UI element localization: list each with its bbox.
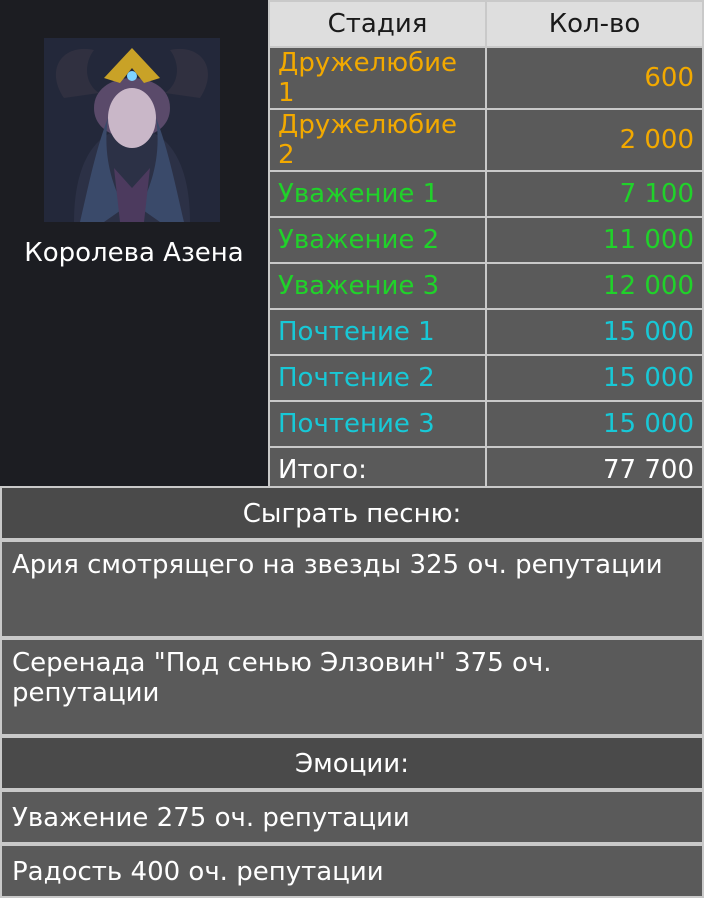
- table-row: Почтение 1 15 000: [268, 308, 704, 356]
- stage-amount: 12 000: [485, 262, 704, 310]
- emotions-title: Эмоции:: [0, 736, 704, 790]
- song-item: Ария смотрящего на звезды 325 оч. репута…: [0, 540, 704, 638]
- emotion-item: Радость 400 оч. репутации: [0, 844, 704, 898]
- table-row: Уважение 2 11 000: [268, 216, 704, 264]
- stage-name: Почтение 3: [268, 400, 487, 448]
- stage-name: Уважение 3: [268, 262, 487, 310]
- hero-portrait: [44, 38, 220, 222]
- emotion-item: Уважение 275 оч. репутации: [0, 790, 704, 844]
- table-row: Дружелюбие 22 000: [268, 108, 704, 172]
- table-row: Почтение 3 15 000: [268, 400, 704, 448]
- stage-name: Почтение 2: [268, 354, 487, 402]
- stage-name: Почтение 1: [268, 308, 487, 356]
- songs-title: Сыграть песню:: [0, 486, 704, 540]
- table-header-row: Стадия Кол-во: [268, 0, 704, 48]
- column-header: Кол-во: [485, 0, 704, 48]
- stage-amount: 11 000: [485, 216, 704, 264]
- stage-amount: 7 100: [485, 170, 704, 218]
- stage-name: Уважение 2: [268, 216, 487, 264]
- table-row: Уважение 3 12 000: [268, 262, 704, 310]
- reputation-table: Стадия Кол-во Дружелюбие 1 600 Дружелюбие …: [268, 0, 704, 494]
- column-header: Стадия: [268, 0, 487, 48]
- stage-amount: 600: [485, 46, 704, 110]
- song-item: Серенада "Под сенью Элзовин" 375 оч. реп…: [0, 638, 704, 736]
- stage-name: Уважение 1: [268, 170, 487, 218]
- table-row: Дружелюбие 1 600: [268, 46, 704, 110]
- table-row: Почтение 2 15 000: [268, 354, 704, 402]
- stage-amount: 15 000: [485, 400, 704, 448]
- stage-name: Дружелюбие 1: [268, 46, 487, 110]
- stage-amount: 15 000: [485, 308, 704, 356]
- stage-name: Дружелюбие 2: [268, 108, 487, 172]
- stage-amount: 15 000: [485, 354, 704, 402]
- hero-panel: Королева Азена: [0, 0, 268, 486]
- stage-amount: 2 000: [485, 108, 704, 172]
- hero-name: Королева Азена: [24, 238, 244, 268]
- table-row: Уважение 17 100: [268, 170, 704, 218]
